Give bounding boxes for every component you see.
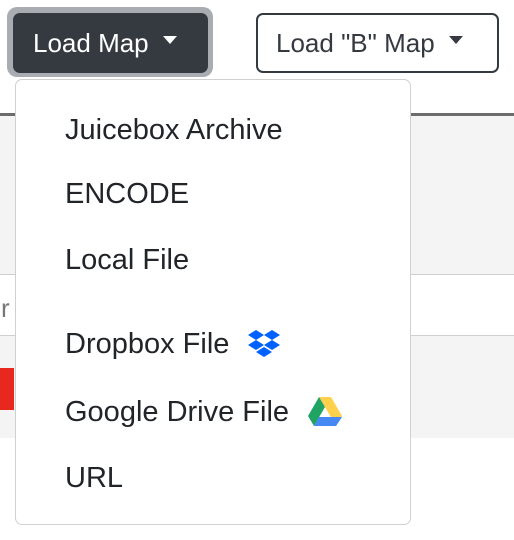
menu-item-label: Local File: [65, 243, 190, 276]
load-map-dropdown-menu: Juicebox Archive ENCODE Local File Dropb…: [15, 79, 411, 525]
menu-item-label: Google Drive File: [65, 395, 290, 428]
menu-item-encode[interactable]: ENCODE: [65, 174, 189, 214]
color-swatch: [0, 368, 14, 410]
dropbox-icon: [247, 329, 281, 359]
menu-item-local-file[interactable]: Local File: [65, 240, 189, 280]
menu-item-juicebox-archive[interactable]: Juicebox Archive: [65, 110, 283, 150]
menu-item-label: URL: [65, 461, 124, 494]
chevron-down-icon: [448, 36, 463, 44]
google-drive-icon: [307, 396, 343, 428]
load-b-map-label: Load "B" Map: [276, 27, 435, 58]
menu-item-google-drive-file[interactable]: Google Drive File: [65, 392, 343, 432]
background-partial-text: nr: [0, 293, 11, 323]
menu-item-label: ENCODE: [65, 177, 190, 210]
load-b-map-button[interactable]: Load "B" Map: [256, 13, 499, 73]
menu-item-label: Dropbox File: [65, 327, 230, 360]
chevron-down-icon: [162, 36, 177, 44]
menu-item-label: Juicebox Archive: [65, 113, 283, 146]
menu-item-url[interactable]: URL: [65, 458, 123, 498]
load-map-label: Load Map: [33, 27, 149, 58]
load-map-button[interactable]: Load Map: [13, 13, 208, 73]
menu-item-dropbox-file[interactable]: Dropbox File: [65, 324, 281, 364]
